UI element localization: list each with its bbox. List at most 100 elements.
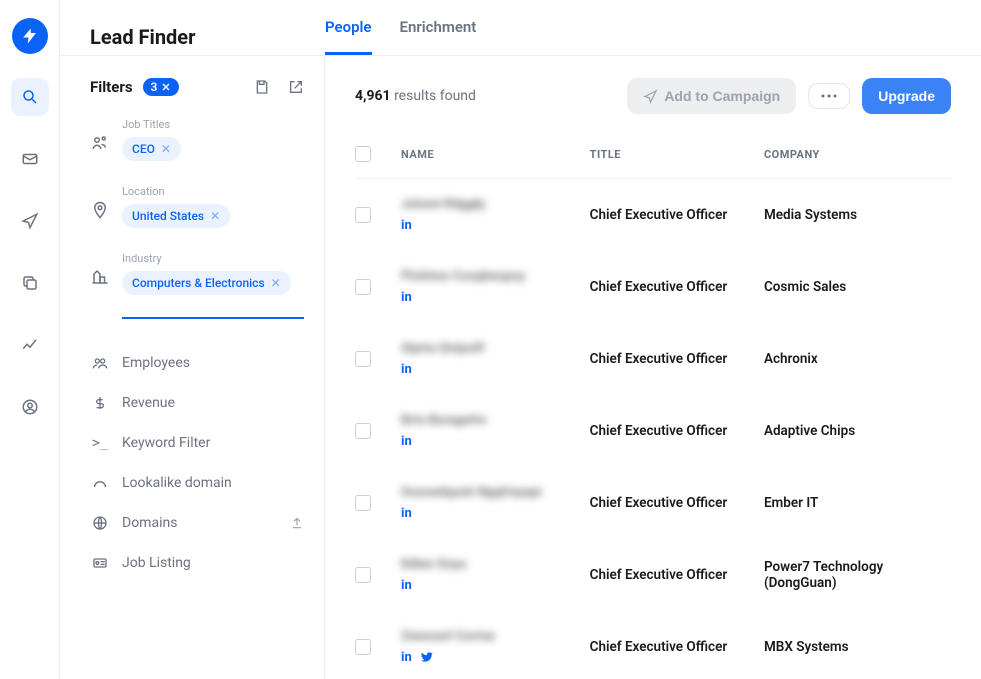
- open-filters-button[interactable]: [288, 79, 304, 95]
- table-row: Brts Buragefrein Chief Executive Officer…: [355, 395, 951, 467]
- linkedin-icon[interactable]: in: [401, 578, 412, 593]
- upgrade-button[interactable]: Upgrade: [862, 78, 951, 114]
- results-table: NAME TITLE COMPANY Jolomi Rdggkj in Chief…: [325, 136, 981, 679]
- lead-title: Chief Executive Officer: [590, 423, 748, 439]
- filter-chip[interactable]: Computers & Electronics✕: [122, 271, 291, 295]
- linkedin-icon[interactable]: in: [401, 362, 412, 377]
- filter-icon: [90, 185, 110, 228]
- add-to-campaign-button[interactable]: Add to Campaign: [627, 78, 796, 114]
- row-checkbox[interactable]: [355, 207, 371, 223]
- filter-industry[interactable]: Industry Computers & Electronics✕: [90, 252, 304, 319]
- filter-row-lookalike-domain[interactable]: Lookalike domain: [90, 463, 304, 503]
- nav-mail[interactable]: [11, 140, 49, 178]
- filter-row-keyword-filter[interactable]: >_ Keyword Filter: [90, 423, 304, 463]
- col-title: TITLE: [590, 148, 748, 161]
- filters-heading: Filters: [90, 78, 133, 96]
- lead-company: Adaptive Chips: [764, 423, 951, 439]
- nav-search[interactable]: [11, 78, 49, 116]
- filter-row-job-listing[interactable]: Job Listing: [90, 543, 304, 583]
- remove-chip-icon[interactable]: ✕: [210, 209, 220, 223]
- filter-row-label: Lookalike domain: [122, 475, 232, 491]
- tab-people[interactable]: People: [325, 18, 372, 55]
- twitter-icon[interactable]: [420, 650, 434, 665]
- card-icon: [90, 555, 110, 571]
- filter-label: Industry: [122, 252, 304, 265]
- clear-filters-icon[interactable]: ✕: [161, 81, 170, 94]
- lead-title: Chief Executive Officer: [590, 279, 748, 295]
- remove-chip-icon[interactable]: ✕: [161, 142, 171, 156]
- filter-row-label: Keyword Filter: [122, 435, 210, 451]
- linkedin-icon[interactable]: in: [401, 434, 412, 449]
- mail-icon: [21, 150, 39, 168]
- filters-sidebar: Filters 3 ✕ Job Titl: [60, 56, 325, 679]
- linkedin-icon[interactable]: in: [401, 506, 412, 521]
- nav-analytics[interactable]: [11, 326, 49, 364]
- send-icon: [21, 212, 39, 230]
- dollar-icon: [90, 395, 110, 411]
- row-checkbox[interactable]: [355, 279, 371, 295]
- filter-row-domains[interactable]: Domains: [90, 503, 304, 543]
- filters-count-badge[interactable]: 3 ✕: [143, 78, 179, 96]
- filter-location[interactable]: Location United States✕: [90, 185, 304, 228]
- nav-copy[interactable]: [11, 264, 49, 302]
- filter-row-employees[interactable]: Employees: [90, 343, 304, 383]
- save-icon: [254, 79, 270, 95]
- topbar: Lead Finder PeopleEnrichment: [60, 0, 981, 56]
- upload-icon[interactable]: [290, 516, 304, 530]
- row-checkbox[interactable]: [355, 423, 371, 439]
- filter-row-label: Domains: [122, 515, 177, 531]
- remove-chip-icon[interactable]: ✕: [271, 276, 281, 290]
- nav-send[interactable]: [11, 202, 49, 240]
- filter-row-revenue[interactable]: Revenue: [90, 383, 304, 423]
- filter-chip[interactable]: CEO✕: [122, 137, 181, 161]
- filter-row-label: Job Listing: [122, 555, 191, 571]
- filter-label: Job Titles: [122, 118, 304, 131]
- lead-title: Chief Executive Officer: [590, 351, 748, 367]
- send-icon: [643, 89, 658, 104]
- nav-account[interactable]: [11, 388, 49, 426]
- lead-company: MBX Systems: [764, 639, 951, 655]
- lead-company: Cosmic Sales: [764, 279, 951, 295]
- filter-label: Location: [122, 185, 304, 198]
- linkedin-icon[interactable]: in: [401, 290, 412, 305]
- lead-company: Achronix: [764, 351, 951, 367]
- nav-rail: [0, 0, 60, 679]
- prompt-icon: >_: [90, 436, 110, 451]
- linkedin-icon[interactable]: in: [401, 650, 412, 665]
- col-name: NAME: [401, 148, 574, 161]
- table-row: Zeeouorl Cormein Chief Executive Officer…: [355, 611, 951, 679]
- app-logo[interactable]: [12, 18, 48, 54]
- col-company: COMPANY: [764, 148, 951, 161]
- filter-icon: [90, 118, 110, 161]
- table-row: Ousoedqush Ngqfreyapiin Chief Executive …: [355, 467, 951, 539]
- lead-name: Kdlen Xnyu: [401, 557, 574, 572]
- lead-title: Chief Executive Officer: [590, 567, 748, 583]
- tab-enrichment[interactable]: Enrichment: [400, 18, 477, 55]
- tabs: People Enrichment: [325, 18, 476, 55]
- select-all-checkbox[interactable]: [355, 146, 371, 162]
- globe-icon: [90, 515, 110, 531]
- row-checkbox[interactable]: [355, 567, 371, 583]
- save-filters-button[interactable]: [254, 79, 270, 95]
- user-circle-icon: [21, 398, 39, 416]
- row-checkbox[interactable]: [355, 639, 371, 655]
- lead-title: Chief Executive Officer: [590, 495, 748, 511]
- table-header-row: NAME TITLE COMPANY: [355, 136, 951, 179]
- lead-name: Zeeouorl Corme: [401, 629, 574, 644]
- bolt-icon: [21, 27, 39, 45]
- lead-name: Jolomi Rdggkj: [401, 197, 574, 212]
- lead-company: Power7 Technology (DongGuan): [764, 559, 951, 591]
- filter-row-label: Revenue: [122, 395, 175, 411]
- lead-title: Chief Executive Officer: [590, 207, 748, 223]
- available-filters: Employees Revenue >_ Keyword Filter Look…: [90, 343, 304, 583]
- lead-name: Plcktmo Cosqheopoy: [401, 269, 574, 284]
- row-checkbox[interactable]: [355, 351, 371, 367]
- filter-chip[interactable]: United States✕: [122, 204, 230, 228]
- filter-job-titles[interactable]: Job Titles CEO✕: [90, 118, 304, 161]
- filter-icon: [90, 252, 110, 319]
- row-checkbox[interactable]: [355, 495, 371, 511]
- lead-company: Ember IT: [764, 495, 951, 511]
- lead-name: Alpria Qmjusfl: [401, 341, 574, 356]
- linkedin-icon[interactable]: in: [401, 218, 412, 233]
- more-actions-button[interactable]: [808, 83, 850, 109]
